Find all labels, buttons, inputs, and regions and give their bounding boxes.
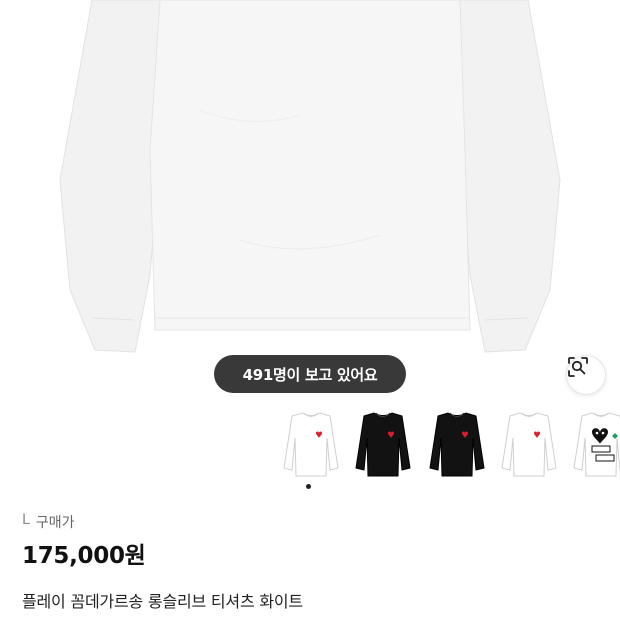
thumb-white-graphic-tee[interactable] (568, 408, 620, 482)
thumb-black-longsleeve-2[interactable] (424, 408, 490, 482)
carousel-dot-active[interactable] (306, 484, 311, 489)
thumb-white-longsleeve-2[interactable] (496, 408, 562, 482)
thumb-black-longsleeve[interactable] (350, 408, 416, 482)
product-title: 플레이 꼼데가르송 롱슬리브 티셔츠 화이트 (22, 592, 303, 611)
thumb-white-longsleeve[interactable] (278, 408, 344, 482)
viewer-count-badge: 491명이 보고 있어요 (214, 355, 406, 393)
price-value: 175,000원 (22, 543, 146, 569)
product-main-image[interactable]: 491명이 보고 있어요 (0, 0, 620, 405)
purchase-price-label: 구매가 (35, 515, 75, 531)
carousel-indicator (306, 484, 311, 489)
price-label-row: L 구매가 (22, 512, 74, 532)
image-search-button[interactable] (566, 355, 606, 395)
tshirt-illustration (59, 0, 561, 353)
size-label: L (22, 512, 30, 528)
thumbnail-strip (0, 408, 620, 488)
image-search-icon (568, 357, 588, 377)
